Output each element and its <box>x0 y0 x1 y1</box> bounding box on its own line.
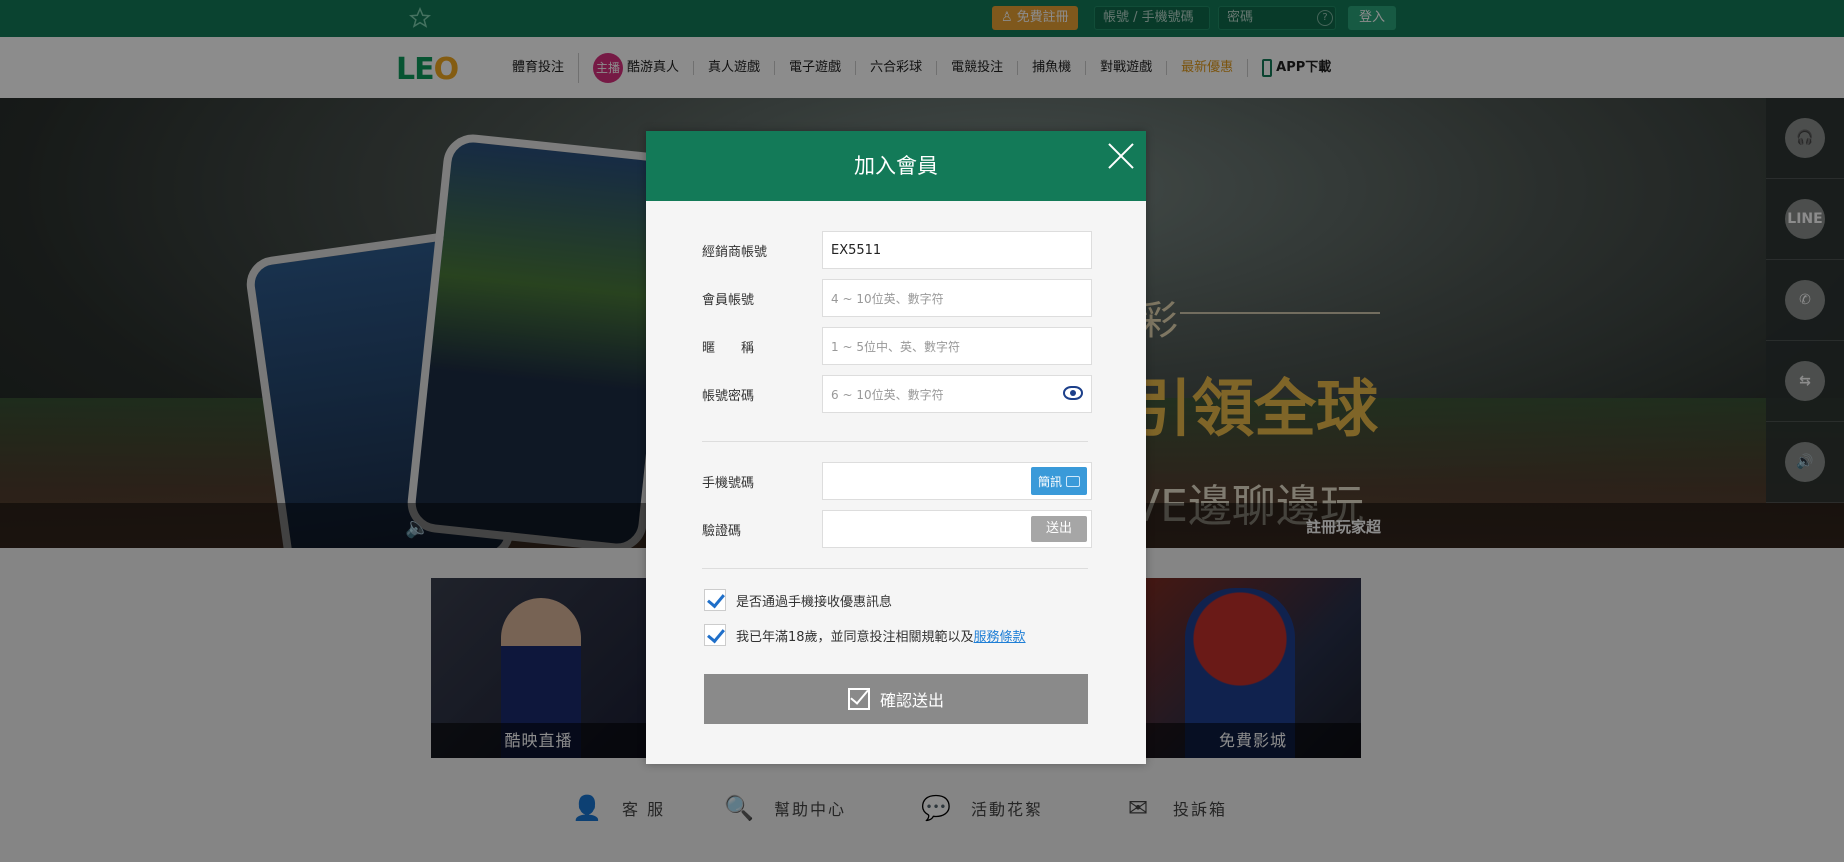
code-label: 驗證碼 <box>702 523 742 539</box>
phone-row: 手機號碼 簡訊 <box>702 462 1092 500</box>
account-row: 會員帳號 4 ~ 10位英、數字符 <box>702 279 1092 317</box>
agent-row: 經銷商帳號 EX5511 <box>702 231 1092 269</box>
age-agree-row: 我已年滿18歲，並同意投注相關規範以及服務條款 <box>704 624 1026 646</box>
account-label: 會員帳號 <box>702 292 755 308</box>
nickname-input[interactable]: 1 ~ 5位中、英、數字符 <box>822 327 1092 365</box>
password-label: 帳號密碼 <box>702 388 755 404</box>
send-code-button[interactable]: 送出 <box>1031 516 1087 542</box>
phone-input[interactable]: 簡訊 <box>822 462 1092 500</box>
terms-link[interactable]: 服務條款 <box>974 630 1026 645</box>
opt-in-row: 是否通過手機接收優惠訊息 <box>704 589 892 611</box>
sms-button[interactable]: 簡訊 <box>1031 467 1087 495</box>
age-agree-checkbox[interactable] <box>704 624 726 646</box>
modal-header: 加入會員 <box>646 131 1146 201</box>
nickname-label: 暱 稱 <box>702 340 755 356</box>
form-divider <box>702 441 1088 442</box>
form-divider <box>702 568 1088 569</box>
member-account-input[interactable]: 4 ~ 10位英、數字符 <box>822 279 1092 317</box>
modal-title: 加入會員 <box>854 154 938 178</box>
password-row: 帳號密碼 6 ~ 10位英、數字符 <box>702 375 1092 413</box>
register-modal: 加入會員 經銷商帳號 EX5511 會員帳號 4 ~ 10位英、數字符 暱 稱 … <box>646 131 1146 764</box>
check-box-icon <box>847 688 870 710</box>
agent-label: 經銷商帳號 <box>702 244 768 260</box>
password-input[interactable]: 6 ~ 10位英、數字符 <box>822 375 1092 413</box>
close-icon[interactable] <box>1106 141 1136 171</box>
nickname-row: 暱 稱 1 ~ 5位中、英、數字符 <box>702 327 1092 365</box>
opt-in-checkbox[interactable] <box>704 589 726 611</box>
verification-code-input[interactable]: 送出 <box>822 510 1092 548</box>
age-agree-label: 我已年滿18歲，並同意投注相關規範以及服務條款 <box>736 629 1026 645</box>
code-row: 驗證碼 送出 <box>702 510 1092 548</box>
phone-label: 手機號碼 <box>702 475 755 491</box>
eye-icon[interactable] <box>1063 386 1083 400</box>
confirm-submit-button[interactable]: 確認送出 <box>704 674 1088 724</box>
opt-in-label: 是否通過手機接收優惠訊息 <box>736 594 893 610</box>
message-icon <box>1066 475 1080 487</box>
agent-account-input[interactable]: EX5511 <box>822 231 1092 269</box>
